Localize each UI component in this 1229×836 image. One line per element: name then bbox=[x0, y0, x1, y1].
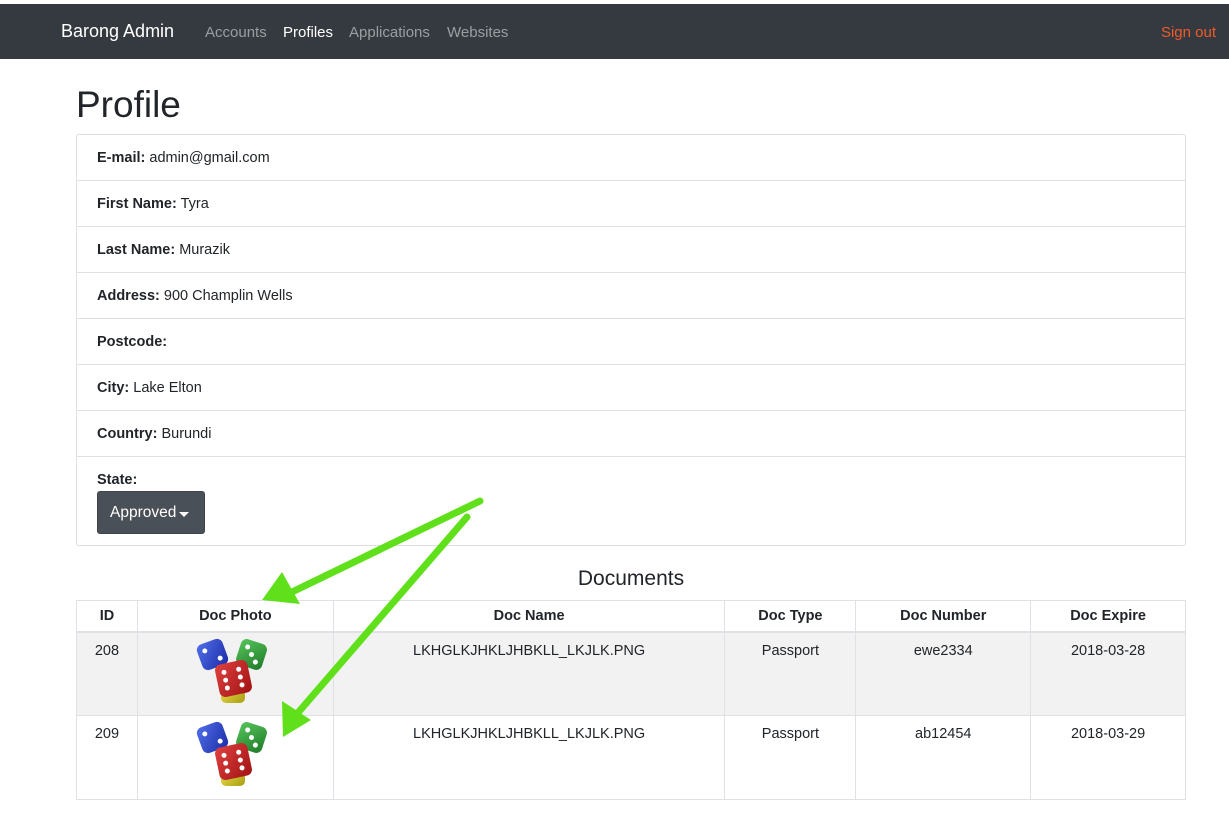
field-label: City: bbox=[97, 380, 130, 396]
table-header-row: ID Doc Photo Doc Name Doc Type Doc Numbe… bbox=[76, 600, 1186, 633]
field-label: Country: bbox=[97, 426, 158, 442]
nav-websites[interactable]: Websites bbox=[447, 24, 508, 41]
red-die bbox=[214, 741, 254, 782]
cell-doc-expire: 2018-03-29 bbox=[1030, 715, 1186, 800]
field-value: Lake Elton bbox=[133, 380, 202, 396]
field-value: Burundi bbox=[161, 426, 212, 442]
cell-doc-name: LKHGLKJHKLJHBKLL_LKJLK.PNG bbox=[332, 715, 726, 800]
field-label: Last Name: bbox=[97, 242, 176, 258]
documents-table: ID Doc Photo Doc Name Doc Type Doc Numbe… bbox=[76, 600, 1186, 800]
cell-id: 209 bbox=[76, 715, 138, 800]
state-dropdown-value: Approved bbox=[110, 504, 177, 521]
column-header-id: ID bbox=[76, 600, 138, 633]
state-dropdown-button[interactable]: Approved bbox=[97, 491, 205, 534]
profile-row-last-name: Last Name: Murazik bbox=[77, 227, 1185, 273]
caret-down-icon bbox=[179, 512, 189, 517]
profile-row-postcode: Postcode: bbox=[77, 319, 1185, 365]
state-label: State: bbox=[97, 472, 138, 488]
field-value: admin@gmail.com bbox=[149, 150, 270, 166]
nav-accounts[interactable]: Accounts bbox=[205, 24, 267, 41]
field-value: Tyra bbox=[180, 196, 209, 212]
cell-doc-type: Passport bbox=[724, 715, 857, 800]
profile-row-city: City: Lake Elton bbox=[77, 365, 1185, 411]
cell-doc-photo bbox=[136, 631, 334, 716]
top-navbar: Barong Admin Accounts Profiles Applicati… bbox=[0, 4, 1229, 59]
nav-profiles[interactable]: Profiles bbox=[283, 24, 333, 41]
field-label: E-mail: bbox=[97, 150, 146, 166]
column-header-doc-type: Doc Type bbox=[724, 600, 857, 633]
cell-doc-number: ab12454 bbox=[855, 715, 1032, 800]
field-value: 900 Champlin Wells bbox=[163, 288, 293, 304]
profile-row-state: State: Approved bbox=[77, 457, 1185, 534]
cell-doc-number: ewe2334 bbox=[855, 631, 1032, 716]
field-label: First Name: bbox=[97, 196, 177, 212]
cell-doc-name: LKHGLKJHKLJHBKLL_LKJLK.PNG bbox=[332, 631, 726, 716]
cell-doc-type: Passport bbox=[724, 631, 857, 716]
column-header-doc-expire: Doc Expire bbox=[1030, 600, 1186, 633]
profile-row-country: Country: Burundi bbox=[77, 411, 1185, 457]
column-header-doc-name: Doc Name bbox=[332, 600, 726, 633]
cell-doc-expire: 2018-03-28 bbox=[1030, 631, 1186, 716]
dice-icon[interactable] bbox=[195, 636, 273, 710]
cell-id: 208 bbox=[76, 631, 138, 716]
profile-card: E-mail: admin@gmail.com First Name: Tyra… bbox=[76, 134, 1186, 546]
table-row: 209 LKHGLKJHKLJHBKLL_LKJLK.PNG Passport … bbox=[76, 715, 1186, 800]
sign-out-link[interactable]: Sign out bbox=[1161, 24, 1216, 41]
cell-doc-photo bbox=[136, 715, 334, 800]
field-value: Murazik bbox=[179, 242, 230, 258]
profile-row-email: E-mail: admin@gmail.com bbox=[77, 135, 1185, 181]
field-label: Postcode: bbox=[97, 334, 168, 350]
nav-applications[interactable]: Applications bbox=[349, 24, 430, 41]
column-header-doc-photo: Doc Photo bbox=[136, 600, 334, 633]
profile-row-address: Address: 900 Champlin Wells bbox=[77, 273, 1185, 319]
column-header-doc-number: Doc Number bbox=[855, 600, 1032, 633]
dice-icon[interactable] bbox=[195, 720, 273, 793]
field-label: Address: bbox=[97, 288, 160, 304]
profile-row-first-name: First Name: Tyra bbox=[77, 181, 1185, 227]
documents-title: Documents bbox=[577, 567, 685, 590]
red-die bbox=[214, 658, 254, 698]
brand-link[interactable]: Barong Admin bbox=[61, 21, 174, 42]
table-row: 208 LKHGLKJHKLJHBKLL_LKJLK.PNG Passport … bbox=[76, 631, 1186, 716]
page-title: Profile bbox=[76, 84, 181, 125]
